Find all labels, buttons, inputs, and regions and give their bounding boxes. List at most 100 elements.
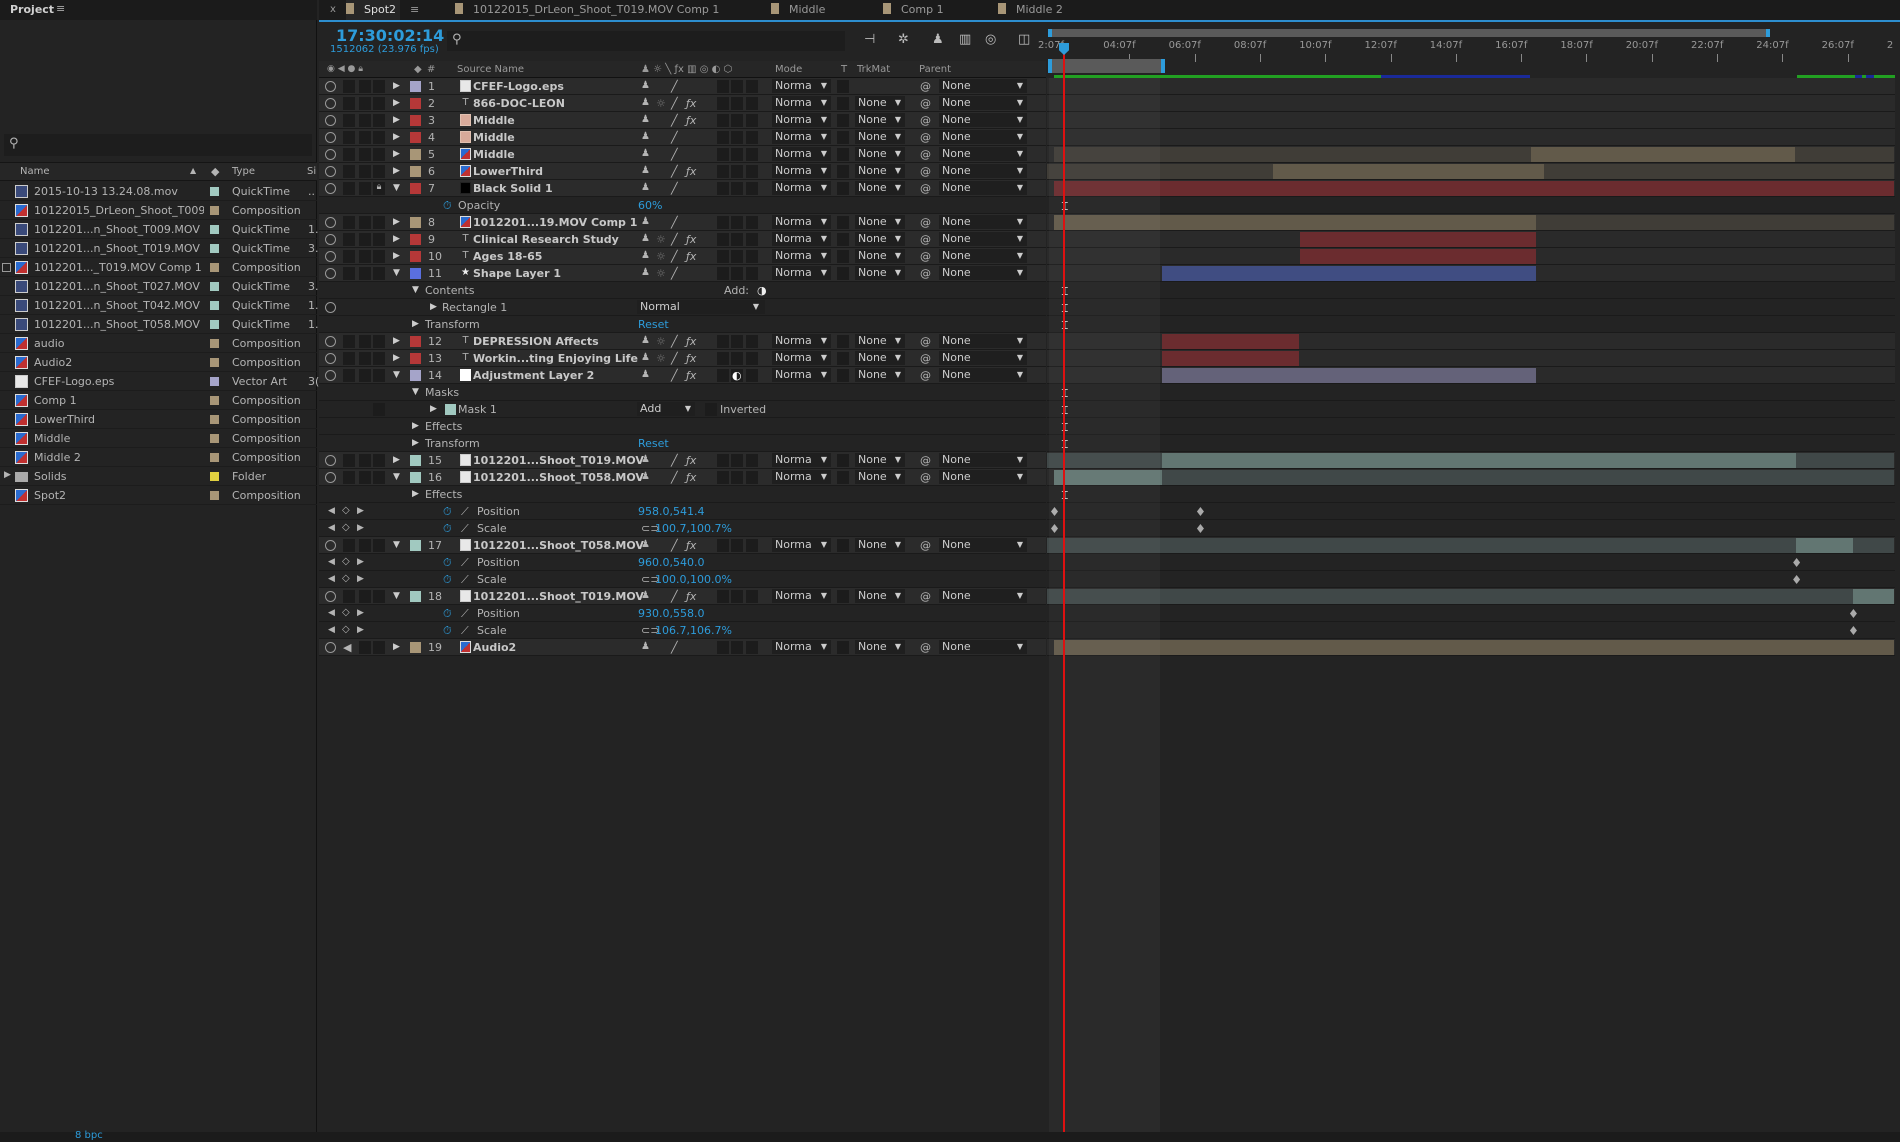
trkmat-dropdown[interactable]: None ▼ xyxy=(855,164,905,178)
add-keyframe-icon[interactable]: ◇ xyxy=(342,573,350,584)
layer-row[interactable]: ▶ 10 T Ages 18-65 ♟ ☼ ╱ ƒx Norma ▼ None ▼ @ None ▼ xyxy=(319,248,1046,265)
property-row[interactable]: ◀ ◇ ▶ ⏱︎ ⟋ Position 958.0,541.4 xyxy=(319,503,1046,520)
property-row[interactable]: ◀ ◇ ▶ ⏱︎ ⟋ Scale ⊂⊃ 100.7,100.7% xyxy=(319,520,1046,537)
preserve-transparency-toggle[interactable] xyxy=(837,641,849,654)
property-value[interactable]: 930.0,558.0 xyxy=(638,607,704,620)
layer-name[interactable]: Black Solid 1 xyxy=(473,182,553,195)
3d-layer-switch[interactable] xyxy=(746,369,758,382)
shy-switch[interactable]: ♟ xyxy=(641,267,650,278)
pick-whip-icon[interactable]: @ xyxy=(920,233,931,246)
layer-name[interactable]: CFEF-Logo.eps xyxy=(473,80,564,93)
pick-whip-icon[interactable]: @ xyxy=(920,267,931,280)
trkmat-dropdown[interactable]: None ▼ xyxy=(855,113,905,127)
twirl-down-icon[interactable]: ▼ xyxy=(393,591,400,601)
layer-name[interactable]: Middle xyxy=(473,148,515,161)
frame-blend-switch[interactable] xyxy=(717,267,729,280)
preserve-transparency-toggle[interactable] xyxy=(837,165,849,178)
trkmat-dropdown[interactable]: None ▼ xyxy=(855,232,905,246)
motion-blur-switch[interactable] xyxy=(731,335,743,348)
frame-blend-switch[interactable] xyxy=(717,250,729,263)
audio-toggle[interactable] xyxy=(343,471,355,484)
3d-layer-switch[interactable] xyxy=(746,250,758,263)
pick-whip-icon[interactable]: @ xyxy=(920,216,931,229)
layer-row[interactable]: ▶ 1 CFEF-Logo.eps ♟ ╱ Norma ▼ @ None ▼ xyxy=(319,78,1046,95)
twirl-right-icon[interactable]: ▶ xyxy=(393,455,400,465)
add-keyframe-icon[interactable]: ◇ xyxy=(342,624,350,635)
effects-switch[interactable]: ƒx xyxy=(686,590,696,603)
next-keyframe-icon[interactable]: ▶ xyxy=(357,608,364,618)
collapse-switch[interactable]: ☼ xyxy=(656,97,666,110)
column-number[interactable]: # xyxy=(427,64,435,75)
shy-switch[interactable]: ♟ xyxy=(641,114,650,125)
audio-toggle[interactable] xyxy=(343,131,355,144)
label-color-swatch[interactable] xyxy=(210,415,219,424)
layer-duration-bar[interactable] xyxy=(1161,351,1299,366)
lock-toggle[interactable] xyxy=(373,165,385,178)
layer-duration-bar[interactable] xyxy=(1543,164,1894,179)
frame-blend-switch[interactable] xyxy=(717,97,729,110)
property-value[interactable]: Reset xyxy=(638,437,669,450)
label-color[interactable] xyxy=(410,115,421,126)
twirl-right-icon[interactable]: ▶ xyxy=(412,438,419,448)
label-tag-icon[interactable]: ◆ xyxy=(414,64,422,75)
trkmat-dropdown[interactable]: None ▼ xyxy=(855,640,905,654)
current-time-display[interactable]: 17:30:02:14 xyxy=(336,26,444,45)
eye-icon[interactable] xyxy=(325,251,336,262)
column-trkmat[interactable]: TrkMat xyxy=(857,64,890,75)
eye-icon[interactable] xyxy=(325,217,336,228)
project-item[interactable]: Spot2 Composition xyxy=(0,486,317,505)
parent-dropdown[interactable]: None ▼ xyxy=(939,334,1027,348)
property-row[interactable]: ◀ ◇ ▶ ⏱︎ ⟋ Position 960.0,540.0 xyxy=(319,554,1046,571)
parent-dropdown[interactable]: None ▼ xyxy=(939,164,1027,178)
previous-keyframe-icon[interactable]: ◀ xyxy=(328,574,335,584)
label-color-swatch[interactable] xyxy=(210,282,219,291)
twirl-right-icon[interactable]: ▶ xyxy=(430,404,437,414)
3d-layer-switch[interactable] xyxy=(746,80,758,93)
draft-3d-icon[interactable]: ✲ xyxy=(898,32,909,47)
eye-icon[interactable] xyxy=(325,642,336,653)
blend-mode-dropdown[interactable]: Normal ▼ xyxy=(637,300,765,314)
preserve-transparency-toggle[interactable] xyxy=(837,267,849,280)
next-keyframe-icon[interactable]: ▶ xyxy=(357,523,364,533)
sort-ascending-icon[interactable]: ▲ xyxy=(190,166,196,175)
motion-blur-switch[interactable] xyxy=(731,641,743,654)
property-row[interactable]: ▶ Effects xyxy=(319,418,1046,435)
lock-toggle[interactable]: 🔒︎ xyxy=(373,182,385,195)
layer-row[interactable]: ▼ 18 1012201...Shoot_T019.MOV ♟ ╱ ƒx Norma ▼ Non… xyxy=(319,588,1046,605)
layer-name[interactable]: 1012201...19.MOV Comp 1 xyxy=(473,216,637,229)
time-navigator[interactable] xyxy=(1048,29,1770,37)
mode-dropdown[interactable]: Norma ▼ xyxy=(772,147,831,161)
graph-icon[interactable]: ⟋ xyxy=(461,573,469,587)
layer-row[interactable]: ▼ 17 1012201...Shoot_T058.MOV ♟ ╱ ƒx Norma ▼ Non… xyxy=(319,537,1046,554)
layer-duration-bar[interactable] xyxy=(1852,538,1894,553)
trkmat-dropdown[interactable]: None ▼ xyxy=(855,470,905,484)
project-item[interactable]: CFEF-Logo.eps Vector Art 3( xyxy=(0,372,319,391)
tab-menu-icon[interactable]: ≡ xyxy=(410,3,419,16)
project-item[interactable]: Comp 1 Composition xyxy=(0,391,317,410)
mask-color[interactable] xyxy=(445,404,456,415)
preserve-transparency-toggle[interactable] xyxy=(837,250,849,263)
mode-dropdown[interactable]: Norma ▼ xyxy=(772,334,831,348)
project-item[interactable]: 1012201...n_Shoot_T027.MOV QuickTime 3. xyxy=(0,277,319,296)
eye-icon[interactable] xyxy=(325,149,336,160)
stopwatch-icon[interactable]: ⏱︎ xyxy=(443,522,452,536)
next-keyframe-icon[interactable]: ▶ xyxy=(357,574,364,584)
trkmat-dropdown[interactable]: None ▼ xyxy=(855,266,905,280)
motion-blur-switch[interactable] xyxy=(731,539,743,552)
keyframe-diamond[interactable] xyxy=(1849,609,1857,618)
label-color[interactable] xyxy=(410,132,421,143)
hide-shy-layers-icon[interactable]: ♟ xyxy=(932,32,944,47)
3d-layer-switch[interactable] xyxy=(746,182,758,195)
audio-toggle[interactable] xyxy=(343,267,355,280)
mode-dropdown[interactable]: Norma ▼ xyxy=(772,266,831,280)
tab-1[interactable]: 10122015_DrLeon_Shoot_T019.MOV Comp 1 xyxy=(455,3,719,16)
twirl-right-icon[interactable]: ▶ xyxy=(393,98,400,108)
effects-switch[interactable]: ƒx xyxy=(686,114,696,127)
preserve-transparency-toggle[interactable] xyxy=(837,335,849,348)
layer-row[interactable]: ▶ 13 T Workin...ting Enjoying Life ♟ ☼ ╱ ƒx Norm… xyxy=(319,350,1046,367)
layer-duration-bar[interactable] xyxy=(1299,249,1536,264)
graph-editor-icon[interactable]: ◫ xyxy=(1018,32,1030,47)
twirl-right-icon[interactable]: ▶ xyxy=(393,353,400,363)
layer-row[interactable]: ▶ 2 T 866-DOC-LEON ♟ ☼ ╱ ƒx Norma ▼ None ▼ @ None ▼ xyxy=(319,95,1046,112)
quality-switch[interactable]: ╱ xyxy=(671,233,678,246)
